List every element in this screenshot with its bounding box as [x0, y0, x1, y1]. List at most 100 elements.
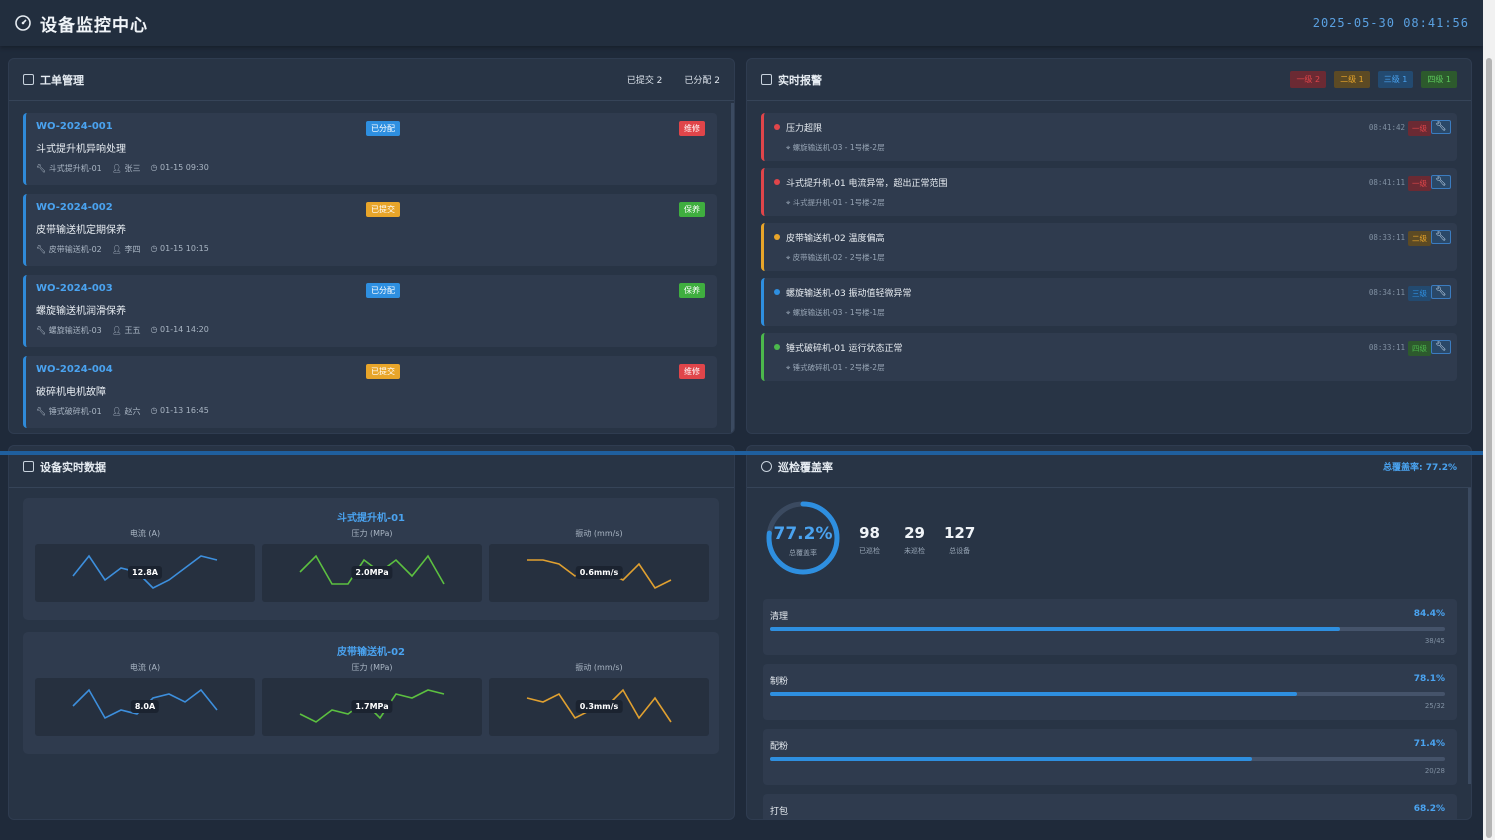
metric-label: 电流 (A) — [129, 663, 161, 672]
sparkline: 2.0MPa — [262, 544, 482, 602]
status-badge: 已提交 — [366, 202, 400, 217]
work-order-title: 工单管理 — [40, 73, 84, 87]
sparkline: 1.7MPa — [262, 678, 482, 736]
coverage-scrollbar[interactable] — [1468, 488, 1471, 784]
stat-value: 98 — [859, 524, 880, 542]
person-label: 👤︎ 王五 — [112, 325, 141, 336]
progress-fill — [770, 627, 1340, 631]
metric-label: 压力 (MPa) — [351, 663, 393, 672]
alarm-item[interactable]: 螺旋输送机-03 振动值轻微异常 ⌖ 螺旋输送机-03 - 1号楼-1层 08:34… — [761, 278, 1457, 326]
scrollbar-thumb[interactable] — [1486, 58, 1492, 838]
device-label: 🔧︎ 锤式破碎机-01 — [36, 406, 102, 417]
alarm-time: 08:34:11 — [1368, 288, 1405, 297]
dashboard: 设备监控中心 2025-05-30 08:41:56 工单管理 已提交 2 已分… — [0, 0, 1495, 840]
device-name: 斗式提升机-01 — [336, 513, 406, 524]
person-name: 李四 — [124, 245, 141, 254]
metric-value: 0.3mm/s — [575, 700, 623, 713]
location-pin-icon: ⌖ — [786, 253, 793, 262]
alarm-level-chip[interactable]: 四级 1 — [1421, 71, 1457, 88]
device-panel: 设备实时数据 斗式提升机-01 电流 (A) 12.8A 压力 (MPa) 2.0MPa… — [8, 445, 735, 820]
alarm-panel: 实时报警 一级 2 二级 1 三级 1 四级 1 压力超限 ⌖ 螺旋输送机-03 - 1… — [746, 58, 1472, 434]
sparkline: 0.3mm/s — [489, 678, 709, 736]
device-label: 🔧︎ 螺旋输送机-03 — [36, 325, 102, 336]
page-scrollbar[interactable] — [1483, 0, 1495, 840]
create-work-order-button[interactable]: 🔧︎ — [1431, 285, 1451, 299]
work-order-card[interactable]: WO-2024-001 已分配 维修 斗式提升机异响处理 🔧︎ 斗式提升机-01 👤︎ 张… — [23, 113, 717, 185]
metric-value: 2.0MPa — [351, 566, 393, 579]
alarm-time: 08:41:11 — [1368, 178, 1405, 187]
alarm-text: 皮带输送机-02 温度偏高 — [786, 234, 885, 244]
person-label: 👤︎ 张三 — [112, 163, 141, 174]
metric-panel: 振动 (mm/s) 0.6mm/s — [489, 528, 709, 602]
area-percent: 78.1% — [1413, 674, 1445, 684]
clock-icon: ◷ — [150, 244, 161, 253]
create-work-order-button[interactable]: 🔧︎ — [1431, 230, 1451, 244]
user-icon: 👤︎ — [111, 326, 125, 335]
work-order-header: 工单管理 已提交 2 已分配 2 — [9, 59, 734, 101]
alarm-item[interactable]: 压力超限 ⌖ 螺旋输送机-03 - 1号楼-2层 08:41:42 一级 🔧︎ — [761, 113, 1457, 161]
person-label: 👤︎ 赵六 — [112, 406, 141, 417]
work-order-card[interactable]: WO-2024-003 已分配 保养 螺旋输送机润滑保养 🔧︎ 螺旋输送机-03 👤︎ 王… — [23, 275, 717, 347]
wrench-icon: 🔧︎ — [36, 245, 49, 254]
sparkline: 8.0A — [35, 678, 255, 736]
area-name: 清理 — [770, 612, 789, 622]
time-label: ◷ 01-15 10:15 — [150, 244, 208, 255]
alarm-level-badge: 一级 — [1408, 121, 1431, 136]
filter-assigned[interactable]: 已分配 2 — [684, 73, 720, 86]
create-work-order-button[interactable]: 🔧︎ — [1431, 175, 1451, 189]
create-work-order-button[interactable]: 🔧︎ — [1431, 340, 1451, 354]
metric-panel: 振动 (mm/s) 0.3mm/s — [489, 662, 709, 736]
coverage-panel: 巡检覆盖率 总覆盖率: 77.2% 77.2% 总覆盖率 98 已巡检 29 未… — [746, 445, 1472, 820]
area-percent: 68.2% — [1413, 804, 1445, 814]
metric-value: 8.0A — [130, 700, 160, 713]
coverage-area-item: 配粉 71.4% 20/28 — [763, 729, 1457, 785]
alarm-dot — [774, 124, 780, 130]
alarm-text: 压力超限 — [786, 124, 823, 134]
alarm-list: 压力超限 ⌖ 螺旋输送机-03 - 1号楼-2层 08:41:42 一级 🔧︎ 斗式提升机… — [761, 113, 1457, 388]
alarm-text: 锤式破碎机-01 运行状态正常 — [786, 344, 903, 354]
device-name: 锤式破碎机-01 — [48, 407, 102, 416]
coverage-percent-label: 总覆盖率 — [789, 549, 817, 557]
sparkline: 0.6mm/s — [489, 544, 709, 602]
location-pin-icon: ⌖ — [786, 198, 793, 207]
alarm-level-chip[interactable]: 二级 1 — [1334, 71, 1370, 88]
work-order-name: 螺旋输送机润滑保养 — [36, 306, 126, 317]
create-work-order-button[interactable]: 🔧︎ — [1431, 120, 1451, 134]
device-card: 皮带输送机-02 电流 (A) 8.0A 压力 (MPa) 1.7MPa 振动 (mm/s… — [23, 632, 719, 754]
alarm-item[interactable]: 斗式提升机-01 电流异常，超出正常范围 ⌖ 斗式提升机-01 - 1号楼-2层 0… — [761, 168, 1457, 216]
metric-value: 0.6mm/s — [575, 566, 623, 579]
location-pin-icon: ⌖ — [786, 308, 793, 317]
progress-track — [770, 627, 1445, 631]
alarm-item[interactable]: 锤式破碎机-01 运行状态正常 ⌖ 锤式破碎机-01 - 2号楼-2层 08:33:… — [761, 333, 1457, 381]
person-name: 张三 — [124, 164, 141, 173]
divider-line — [0, 451, 1495, 455]
document-icon — [23, 74, 34, 85]
location-text: 螺旋输送机-03 - 1号楼-1层 — [792, 308, 885, 317]
type-badge: 维修 — [679, 121, 705, 136]
work-order-scrollbar[interactable] — [731, 103, 734, 433]
alarm-dot — [774, 344, 780, 350]
progress-track — [770, 757, 1445, 761]
coverage-area-item: 制粉 78.1% 25/32 — [763, 664, 1457, 720]
alarm-title: 实时报警 — [778, 73, 822, 87]
work-order-meta: 🔧︎ 锤式破碎机-01 👤︎ 赵六 ◷ 01-13 16:45 — [36, 406, 707, 417]
clock-icon: ◷ — [150, 406, 161, 415]
work-order-card[interactable]: WO-2024-002 已提交 保养 皮带输送机定期保养 🔧︎ 皮带输送机-02 👤︎ 李… — [23, 194, 717, 266]
alarm-level-chip[interactable]: 一级 2 — [1290, 71, 1327, 88]
user-icon: 👤︎ — [111, 407, 125, 416]
area-name: 打包 — [770, 807, 789, 817]
time-value: 01-13 16:45 — [160, 406, 209, 415]
coverage-area-item: 清理 84.4% 38/45 — [763, 599, 1457, 655]
alarm-item[interactable]: 皮带输送机-02 温度偏高 ⌖ 皮带输送机-02 - 2号楼-1层 08:33:11… — [761, 223, 1457, 271]
location-pin-icon: ⌖ — [786, 143, 793, 152]
total-coverage-label: 总覆盖率: 77.2% — [1383, 463, 1457, 473]
bell-icon — [761, 74, 772, 85]
top-header: 设备监控中心 2025-05-30 08:41:56 — [0, 0, 1483, 46]
work-order-panel: 工单管理 已提交 2 已分配 2 WO-2024-001 已分配 维修 斗式提升机异响… — [8, 58, 735, 434]
metric-panel: 电流 (A) 8.0A — [35, 662, 255, 736]
metric-panel: 压力 (MPa) 2.0MPa — [262, 528, 482, 602]
alarm-level-chip[interactable]: 三级 1 — [1377, 71, 1414, 88]
filter-submitted[interactable]: 已提交 2 — [627, 73, 663, 86]
work-order-card[interactable]: WO-2024-004 已提交 维修 破碎机电机故障 🔧︎ 锤式破碎机-01 👤︎ 赵六 ◷… — [23, 356, 717, 428]
status-badge: 已提交 — [366, 364, 400, 379]
